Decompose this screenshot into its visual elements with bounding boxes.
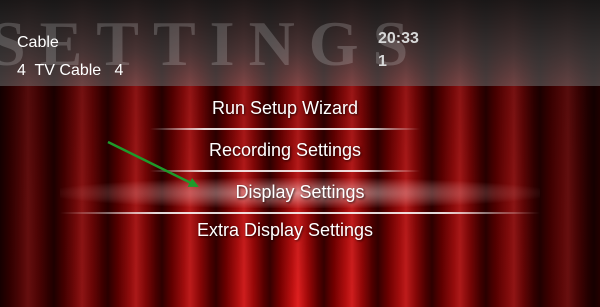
menu-item-display-settings[interactable]: Display Settings bbox=[60, 172, 540, 214]
date-line: 1 bbox=[378, 53, 387, 70]
info-header: SETTINGS Cable 4 TV Cable 4 20:33 1 bbox=[0, 0, 600, 86]
settings-menu: Run Setup Wizard Recording Settings Disp… bbox=[0, 86, 600, 307]
channel-info: 4 TV Cable 4 bbox=[17, 62, 124, 79]
menu-item-label: Run Setup Wizard bbox=[211, 98, 359, 118]
menu-item-recording-settings[interactable]: Recording Settings bbox=[150, 130, 420, 172]
menu-item-run-setup-wizard[interactable]: Run Setup Wizard bbox=[150, 88, 420, 130]
clock: 20:33 bbox=[378, 30, 419, 47]
menu-item-extra-display-settings[interactable]: Extra Display Settings bbox=[150, 210, 420, 252]
channel-name: Cable bbox=[17, 34, 59, 51]
menu-item-label: Recording Settings bbox=[208, 140, 362, 160]
settings-screen: SETTINGS Cable 4 TV Cable 4 20:33 1 Run … bbox=[0, 0, 600, 307]
menu-item-label: Extra Display Settings bbox=[196, 220, 374, 240]
menu-item-label: Display Settings bbox=[235, 182, 365, 202]
